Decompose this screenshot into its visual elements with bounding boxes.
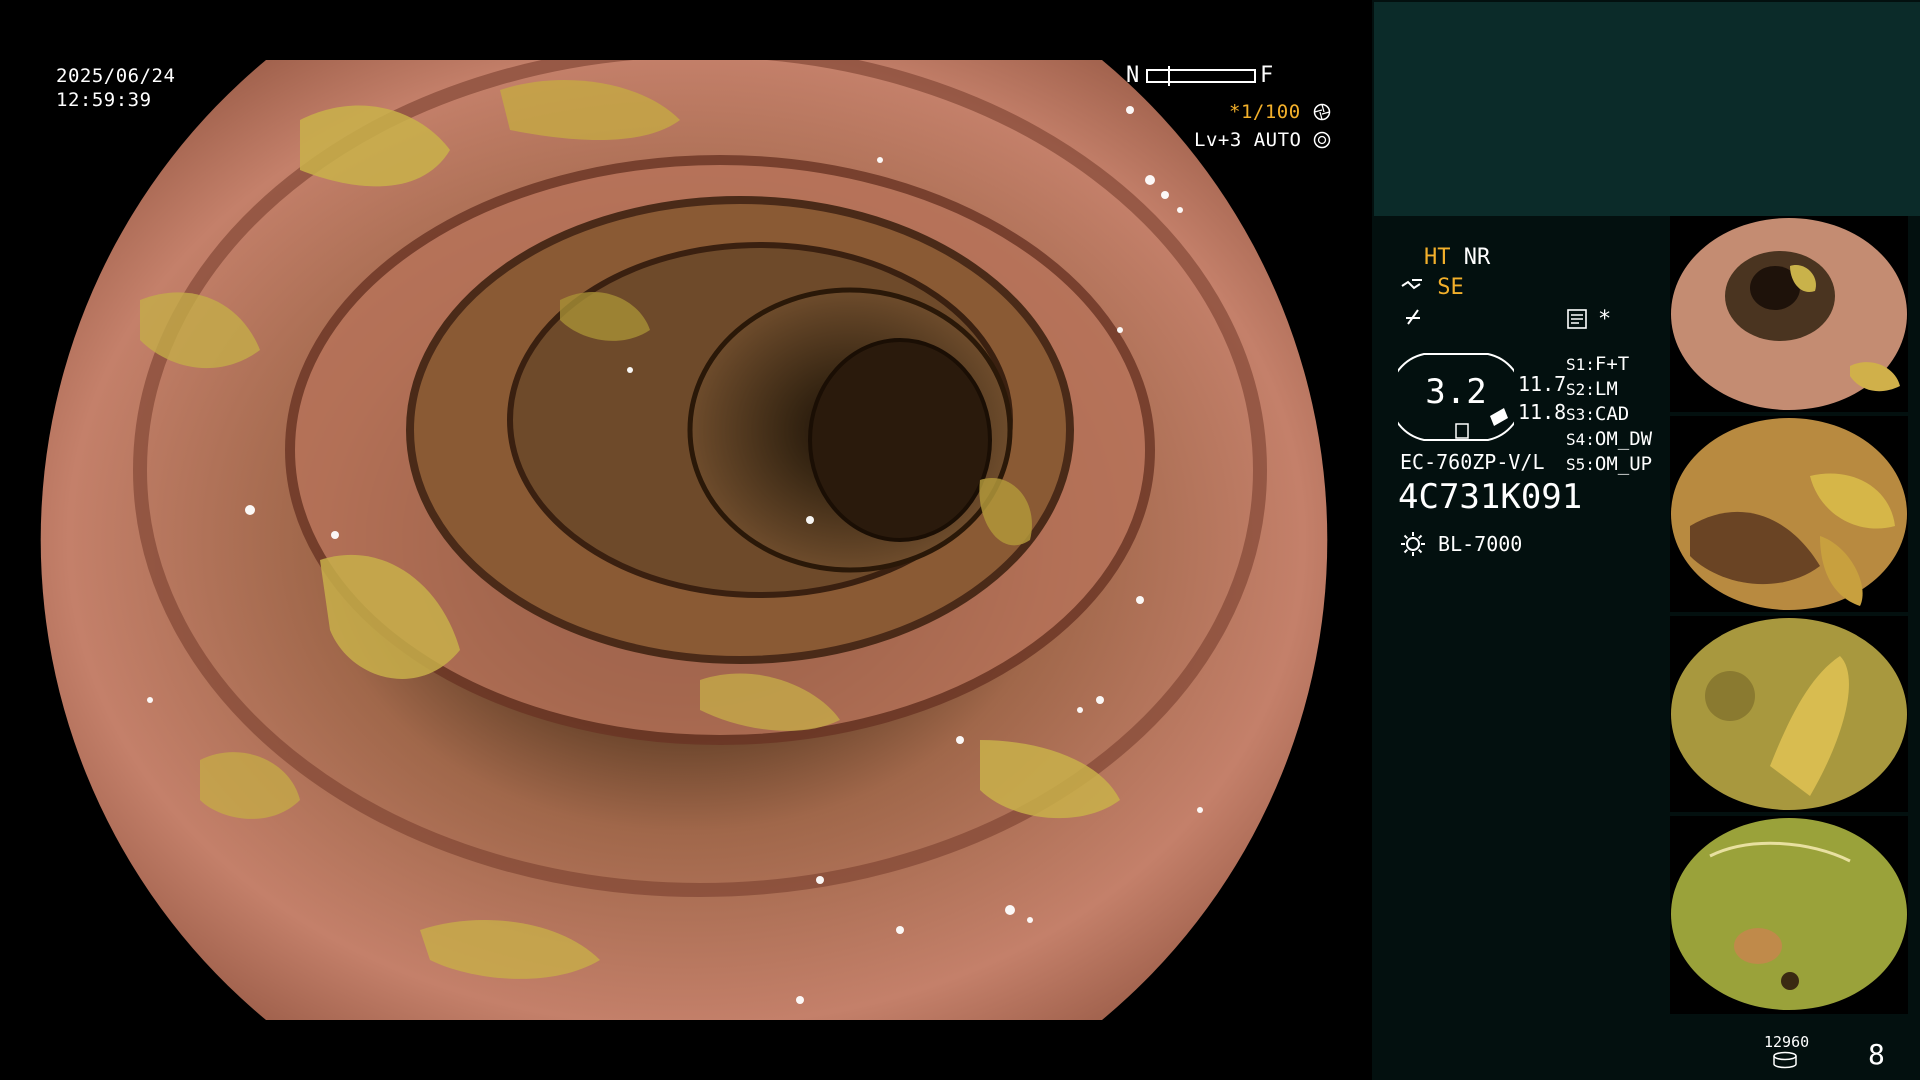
- structure-enhance-icon: [1401, 279, 1422, 290]
- scope-serial: 4C731K091: [1398, 477, 1583, 517]
- mode-se: SE: [1437, 275, 1464, 300]
- iris-value: Lv+3 AUTO: [1194, 129, 1302, 151]
- structure-enhance: SE: [1400, 274, 1464, 302]
- readout-2: 11.8: [1518, 400, 1567, 424]
- memo-icon: [1566, 308, 1588, 334]
- light-source-model: BL-7000: [1438, 532, 1523, 556]
- iris-icon: [1314, 131, 1331, 149]
- near-far-marker: [1168, 66, 1170, 86]
- scope-switch-list: S1:F+T S2:LM S3:CAD S4:OM_DW S5:OM_UP: [1566, 352, 1652, 477]
- color-enhance-icon: [1402, 306, 1424, 332]
- capture-thumbnail-4[interactable]: [1670, 816, 1908, 1014]
- capture-thumbnail-1[interactable]: [1670, 216, 1908, 412]
- mode-nr: NR: [1463, 245, 1491, 270]
- iris-readout: Lv+3 AUTO: [1194, 128, 1331, 152]
- endoscope-image: [40, 60, 1328, 1020]
- capture-thumbnail-2[interactable]: [1670, 416, 1908, 612]
- scope-switch-s2: S2:LM: [1566, 378, 1618, 400]
- storage-icon: [1772, 1051, 1798, 1073]
- zoom-gauge: 3.2: [1398, 350, 1514, 444]
- scope-switch-s1: S1:F+T: [1566, 353, 1630, 375]
- near-label: N: [1126, 63, 1140, 88]
- shutter-icon: [1313, 103, 1330, 121]
- light-source: BL-7000: [1400, 530, 1522, 558]
- scope-switch-s5: S5:OM_UP: [1566, 453, 1653, 475]
- scope-model: EC-760ZP-V/L: [1400, 450, 1545, 474]
- image-counter: 12960: [1764, 1033, 1810, 1051]
- exam-date: 2025/06/24: [56, 65, 176, 87]
- readout-1: 11.7: [1518, 372, 1567, 396]
- scope-switch-s3: S3:CAD: [1566, 403, 1630, 425]
- light-source-icon: [1401, 532, 1425, 556]
- shutter-readout: *1/100: [1229, 100, 1331, 124]
- info-panel-header: [1374, 2, 1920, 216]
- zoom-value: 3.2: [1425, 372, 1487, 412]
- shutter-value: *1/100: [1229, 101, 1301, 123]
- scope-switch-s4: S4:OM_DW: [1566, 428, 1653, 450]
- mode-ht: HT: [1424, 245, 1451, 270]
- page-number: 8: [1868, 1038, 1885, 1071]
- memo-star: *: [1598, 307, 1612, 332]
- mode-ht-nr: HT NR: [1424, 244, 1490, 272]
- endoscope-view: 2025/06/24 12:59:39 N F *1/100 Lv+3 AUTO: [0, 0, 1372, 1080]
- capture-thumbnail-3[interactable]: [1670, 616, 1908, 812]
- exam-time: 12:59:39: [56, 89, 152, 111]
- near-far-bar: [1146, 66, 1256, 86]
- far-label: F: [1260, 63, 1274, 88]
